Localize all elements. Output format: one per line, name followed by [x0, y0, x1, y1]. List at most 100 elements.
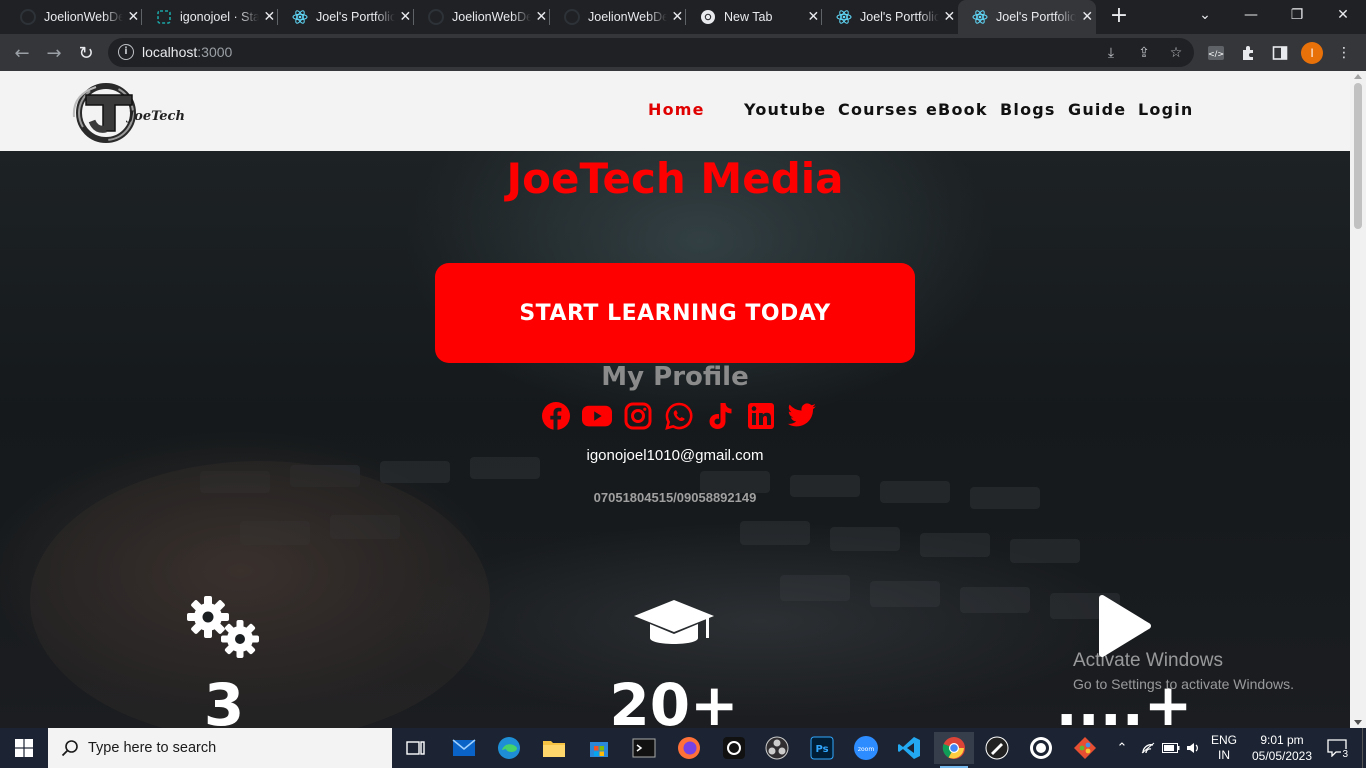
browser-tab-strip: JoelionWebDev ✕ igonojoel · StackBlitz ✕… — [0, 0, 1366, 34]
browser-tab[interactable]: igonojoel · StackBlitz ✕ — [142, 0, 278, 34]
browser-tab[interactable]: New Tab ✕ — [686, 0, 822, 34]
stat-projects: 3 — [124, 591, 324, 728]
close-tab-icon[interactable]: ✕ — [941, 8, 958, 26]
nav-link-home[interactable]: Home — [648, 100, 705, 119]
react-icon — [292, 9, 308, 25]
close-tab-icon[interactable]: ✕ — [533, 8, 550, 26]
browser-tab-active[interactable]: Joel's Portfolio ✕ — [958, 0, 1096, 34]
facebook-icon[interactable] — [541, 401, 571, 431]
input-language-indicator[interactable]: ENG IN — [1206, 728, 1242, 768]
vscode-icon[interactable] — [889, 732, 929, 764]
browser-tab[interactable]: Joel's Portfolio ✕ — [278, 0, 414, 34]
new-tab-button[interactable]: + — [1105, 4, 1133, 30]
taskbar-search-box[interactable]: Type here to search — [48, 728, 392, 768]
profile-avatar[interactable]: I — [1301, 42, 1323, 64]
volume-icon[interactable] — [1184, 728, 1204, 768]
contact-email[interactable]: igonojoel1010@gmail.com — [0, 447, 1350, 464]
linkedin-icon[interactable] — [746, 401, 776, 431]
extensions-puzzle-icon[interactable] — [1237, 42, 1259, 64]
windows-start-icon[interactable] — [0, 728, 48, 768]
install-app-icon[interactable]: ⤓ — [1102, 45, 1120, 61]
taskbar-clock[interactable]: 9:01 pm 05/05/2023 — [1242, 728, 1322, 768]
inkscape-icon[interactable] — [977, 732, 1017, 764]
close-tab-icon[interactable]: ✕ — [669, 8, 686, 26]
forward-arrow-icon[interactable]: → — [41, 40, 67, 66]
tab-title: Joel's Portfolio — [860, 10, 939, 24]
stat-value: 20+ — [609, 671, 739, 728]
nav-link-login[interactable]: Login — [1138, 100, 1194, 119]
chrome-taskbar-icon[interactable] — [934, 732, 974, 768]
tiktok-icon[interactable] — [705, 401, 735, 431]
git-gui-icon[interactable] — [1065, 732, 1105, 764]
back-arrow-icon[interactable]: ← — [9, 40, 35, 66]
minimize-window-button[interactable]: — — [1228, 0, 1274, 30]
camera-app-icon[interactable] — [714, 732, 754, 764]
close-tab-icon[interactable]: ✕ — [1078, 8, 1096, 26]
site-navbar: JoeTech Home Youtube Courses eBook Blogs… — [0, 71, 1350, 151]
close-tab-icon[interactable]: ✕ — [397, 8, 414, 26]
show-hidden-icons-chevron[interactable]: ⌃ — [1112, 728, 1132, 768]
more-menu-icon[interactable]: ⋮ — [1333, 42, 1355, 64]
obs-icon[interactable] — [757, 732, 797, 764]
zoom-icon[interactable]: zoom — [846, 732, 886, 764]
tab-search-chevron-icon[interactable]: ⌄ — [1182, 0, 1228, 30]
close-window-button[interactable]: ✕ — [1320, 0, 1366, 30]
battery-icon[interactable] — [1160, 728, 1182, 768]
site-info-icon[interactable]: i — [118, 44, 134, 60]
clock-date: 05/05/2023 — [1251, 749, 1313, 763]
microsoft-store-icon[interactable] — [579, 732, 619, 764]
firefox-icon[interactable] — [669, 732, 709, 764]
whatsapp-taskbar-icon[interactable] — [1021, 732, 1061, 764]
profile-heading: My Profile — [601, 362, 749, 392]
restore-window-button[interactable]: ❐ — [1274, 0, 1320, 30]
browser-tab[interactable]: JoelionWebDev ✕ — [6, 0, 142, 34]
page-viewport: JoeTech Home Youtube Courses eBook Blogs… — [0, 71, 1366, 728]
browser-tab[interactable]: Joel's Portfolio ✕ — [822, 0, 958, 34]
instagram-icon[interactable] — [623, 401, 653, 431]
github-icon — [428, 9, 444, 25]
devtools-extension-icon[interactable]: </> — [1205, 42, 1227, 64]
wifi-icon[interactable] — [1138, 728, 1158, 768]
photoshop-icon[interactable]: Ps — [802, 732, 842, 764]
nav-link-blogs[interactable]: Blogs — [1000, 100, 1056, 119]
nav-link-guide[interactable]: Guide — [1068, 100, 1126, 119]
youtube-icon[interactable] — [582, 401, 612, 431]
scroll-down-arrow-icon[interactable] — [1354, 720, 1362, 725]
terminal-icon[interactable] — [624, 732, 664, 764]
nav-link-courses[interactable]: Courses — [838, 100, 918, 119]
site-logo[interactable]: JoeTech — [72, 81, 192, 143]
page-scrollbar[interactable] — [1350, 71, 1366, 728]
share-icon[interactable]: ⇪ — [1135, 45, 1153, 61]
reload-icon[interactable]: ↻ — [73, 40, 99, 66]
nav-link-youtube[interactable]: Youtube — [744, 100, 826, 119]
tab-title: New Tab — [724, 10, 773, 24]
bookmark-star-icon[interactable]: ☆ — [1167, 45, 1185, 61]
url-text: localhost:3000 — [142, 44, 233, 60]
file-explorer-icon[interactable] — [534, 732, 574, 764]
region-code: IN — [1218, 748, 1230, 762]
browser-tab[interactable]: JoelionWebDev ✕ — [550, 0, 686, 34]
close-tab-icon[interactable]: ✕ — [261, 8, 278, 26]
hero-section: JoeTech Media START LEARNING TODAY My Pr… — [0, 151, 1350, 728]
hero-title: JoeTech Media — [506, 154, 844, 203]
start-learning-button[interactable]: START LEARNING TODAY — [435, 263, 915, 363]
notification-center-icon[interactable]: 3 — [1322, 728, 1352, 768]
close-tab-icon[interactable]: ✕ — [125, 8, 142, 26]
show-desktop-button[interactable] — [1362, 728, 1366, 768]
address-bar[interactable]: i localhost:3000 ⤓ ⇪ ☆ — [108, 38, 1194, 67]
close-tab-icon[interactable]: ✕ — [805, 8, 822, 26]
twitter-icon[interactable] — [787, 401, 817, 431]
scroll-up-arrow-icon[interactable] — [1354, 74, 1362, 79]
whatsapp-icon[interactable] — [664, 401, 694, 431]
react-icon — [972, 9, 988, 25]
github-icon — [20, 9, 36, 25]
search-placeholder: Type here to search — [88, 740, 217, 756]
browser-tab[interactable]: JoelionWebDev ✕ — [414, 0, 550, 34]
side-panel-icon[interactable] — [1269, 42, 1291, 64]
tab-title: JoelionWebDev — [588, 10, 667, 24]
nav-link-ebook[interactable]: eBook — [926, 100, 988, 119]
scrollbar-thumb[interactable] — [1354, 83, 1362, 229]
edge-icon[interactable] — [489, 732, 529, 764]
task-view-icon[interactable] — [396, 732, 436, 764]
mail-icon[interactable] — [444, 732, 484, 764]
